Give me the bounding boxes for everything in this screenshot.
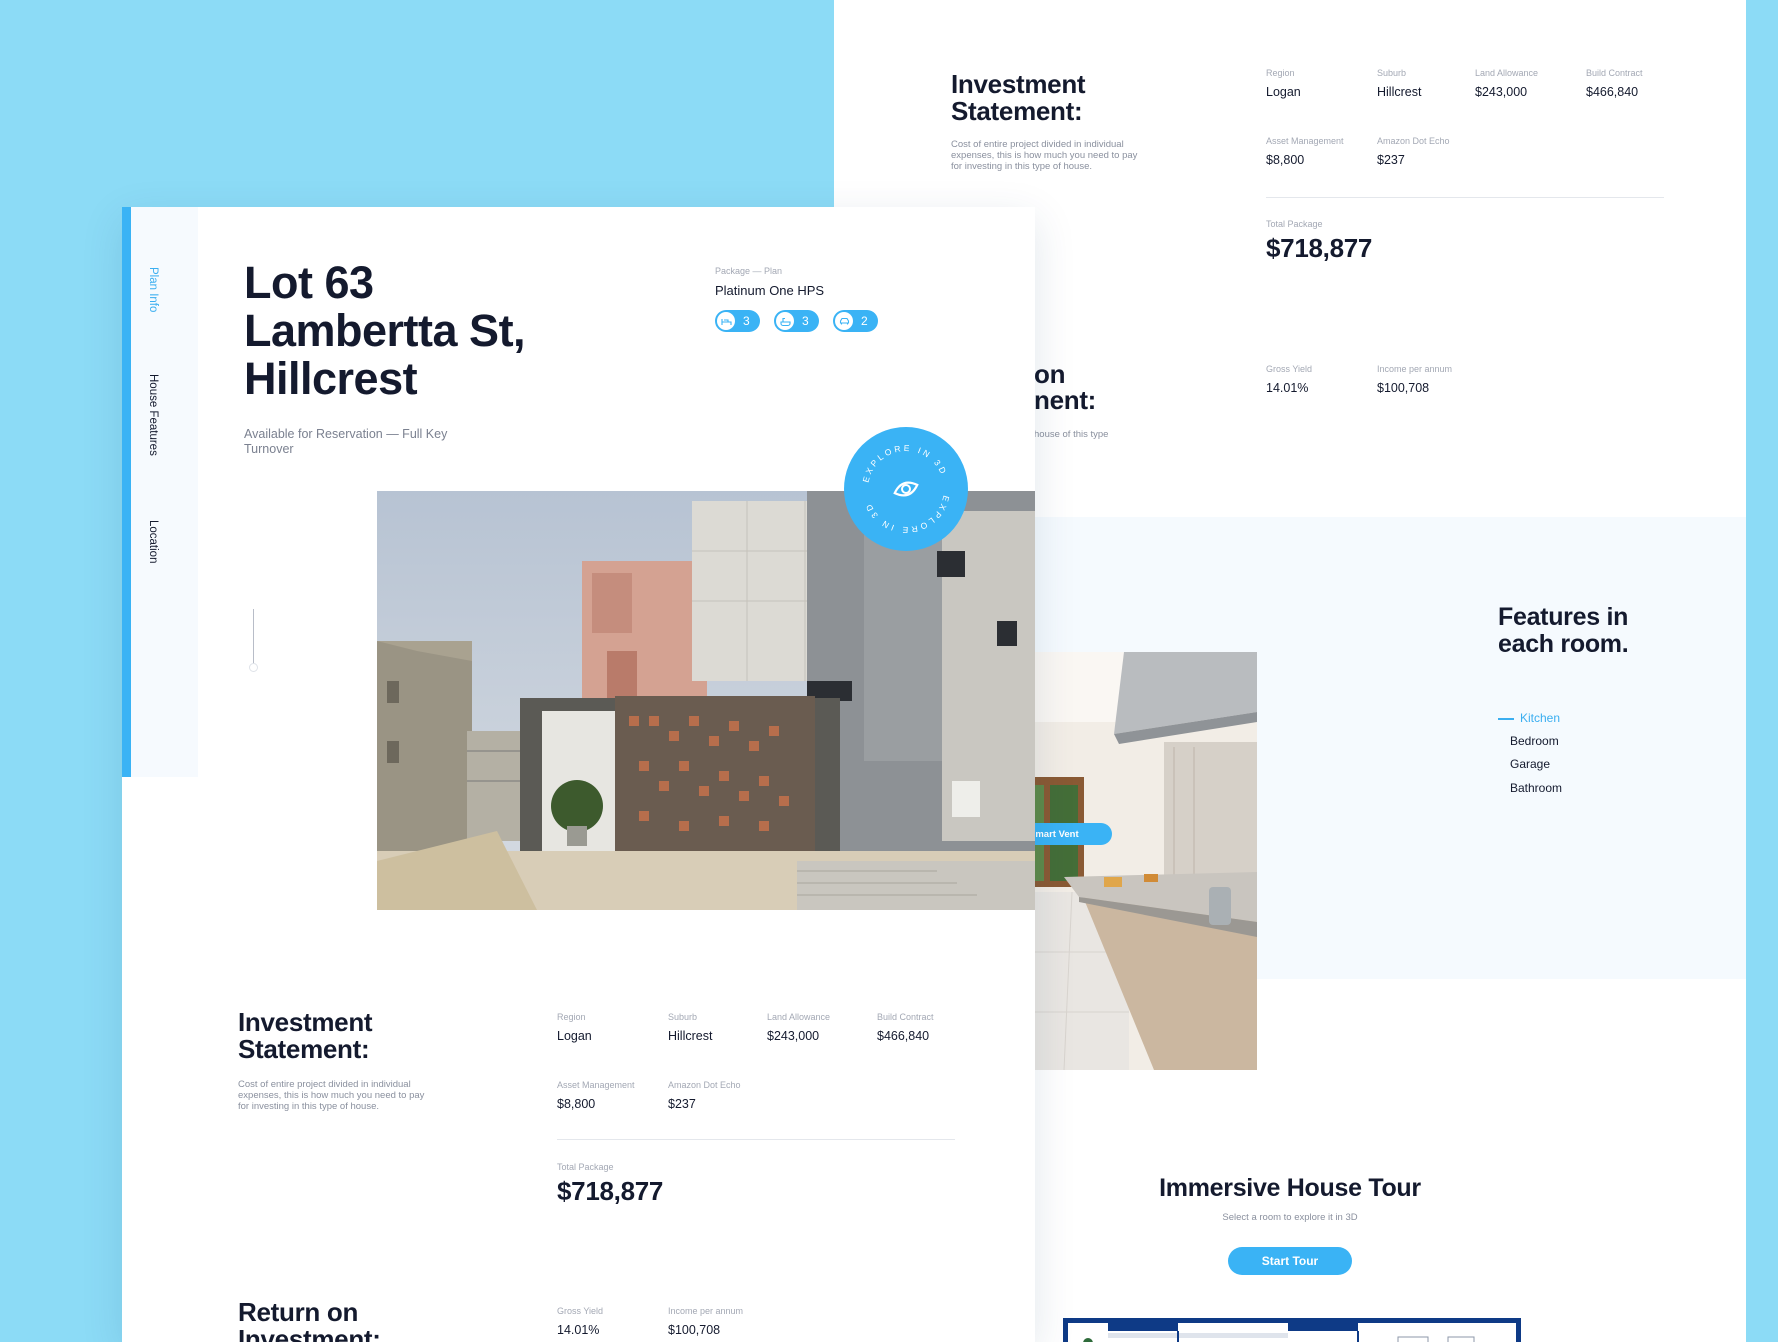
back-income-per-annum: Income per annum $100,708 xyxy=(1377,364,1453,395)
room-bathroom[interactable]: Bathroom xyxy=(1510,781,1562,795)
house-illustration xyxy=(377,491,1035,910)
bedrooms-badge: 3 xyxy=(715,310,760,332)
room-garage[interactable]: Garage xyxy=(1510,757,1550,771)
amazon-dot-echo: Amazon Dot Echo $237 xyxy=(668,1080,741,1111)
floor-plan xyxy=(1063,1318,1521,1342)
back-investment-title: Investment Statement: xyxy=(951,69,1086,126)
investment-title: Investment Statement: xyxy=(238,1007,373,1064)
back-amazon-dot-echo: Amazon Dot Echo $237 xyxy=(1377,136,1450,167)
investment-description: Cost of entire project divided in indivi… xyxy=(238,1079,425,1112)
nav-house-features[interactable]: House Features xyxy=(147,374,159,456)
land-allowance: Land Allowance $243,000 xyxy=(767,1012,831,1043)
scroll-indicator-dot xyxy=(249,663,258,672)
gross-yield: Gross Yield 14.01% xyxy=(557,1306,604,1337)
bathrooms-count: 3 xyxy=(802,314,809,328)
income-per-annum: Income per annum $100,708 xyxy=(668,1306,744,1337)
asset-management: Asset Management $8,800 xyxy=(557,1080,635,1111)
back-return-desc-fragment: house of this type xyxy=(1034,429,1109,440)
back-build-contract: Build Contract $466,840 xyxy=(1586,68,1643,99)
explore-3d-badge: EXPLORE IN 3D EXPLORE IN 3D xyxy=(861,443,952,535)
scroll-indicator xyxy=(253,609,254,669)
car-icon xyxy=(835,312,853,330)
back-return-title-part-1: on xyxy=(1034,359,1066,389)
back-land-allowance: Land Allowance $243,000 xyxy=(1475,68,1539,99)
investment-divider xyxy=(557,1139,955,1140)
total-package: Total Package $718,877 xyxy=(557,1162,664,1206)
return-title: Return on Investment: xyxy=(238,1297,381,1342)
build-contract: Build Contract $466,840 xyxy=(877,1012,934,1043)
garage-badge: 2 xyxy=(833,310,878,332)
house-photo xyxy=(377,491,1035,910)
smart-vent-label: Smart Vent xyxy=(1029,828,1079,840)
active-room-indicator xyxy=(1498,718,1514,720)
nav-plan-info[interactable]: Plan Info xyxy=(147,267,159,312)
explore-3d-button[interactable]: EXPLORE IN 3D EXPLORE IN 3D xyxy=(844,427,968,551)
back-region: Region Logan xyxy=(1266,68,1301,99)
room-bedroom[interactable]: Bedroom xyxy=(1510,734,1559,748)
back-total-package: Total Package $718,877 xyxy=(1266,219,1373,263)
back-return-title-part-2: nent: xyxy=(1034,385,1097,415)
package-label: Package — Plan xyxy=(715,266,783,276)
suburb: Suburb Hillcrest xyxy=(668,1012,713,1043)
front-page: Plan Info House Features Location Lot 63… xyxy=(122,207,1035,1342)
nav-location[interactable]: Location xyxy=(147,520,159,563)
back-gross-yield: Gross Yield 14.01% xyxy=(1266,364,1313,395)
back-suburb: Suburb Hillcrest xyxy=(1377,68,1422,99)
eye-icon xyxy=(893,481,919,497)
bath-icon xyxy=(776,312,794,330)
side-nav: Plan Info House Features Location xyxy=(122,207,198,777)
start-tour-button[interactable]: Start Tour xyxy=(1228,1247,1352,1275)
room-kitchen[interactable]: Kitchen xyxy=(1520,711,1560,725)
package-name: Platinum One HPS xyxy=(715,283,825,298)
features-title: Features in each room. xyxy=(1498,603,1629,658)
region: Region Logan xyxy=(557,1012,592,1043)
bathrooms-badge: 3 xyxy=(774,310,819,332)
back-investment-description: Cost of entire project divided in indivi… xyxy=(951,139,1138,172)
back-divider xyxy=(1266,197,1664,198)
bed-icon xyxy=(717,312,735,330)
availability-subtitle: Available for Reservation — Full Key Tur… xyxy=(244,427,448,456)
svg-text:EXPLORE IN 3D: EXPLORE IN 3D xyxy=(863,494,952,535)
back-asset-management: Asset Management $8,800 xyxy=(1266,136,1344,167)
bedrooms-count: 3 xyxy=(743,314,750,328)
svg-text:EXPLORE IN 3D: EXPLORE IN 3D xyxy=(861,443,950,484)
garage-count: 2 xyxy=(861,314,868,328)
page-title: Lot 63 Lambertta St, Hillcrest xyxy=(244,257,526,404)
